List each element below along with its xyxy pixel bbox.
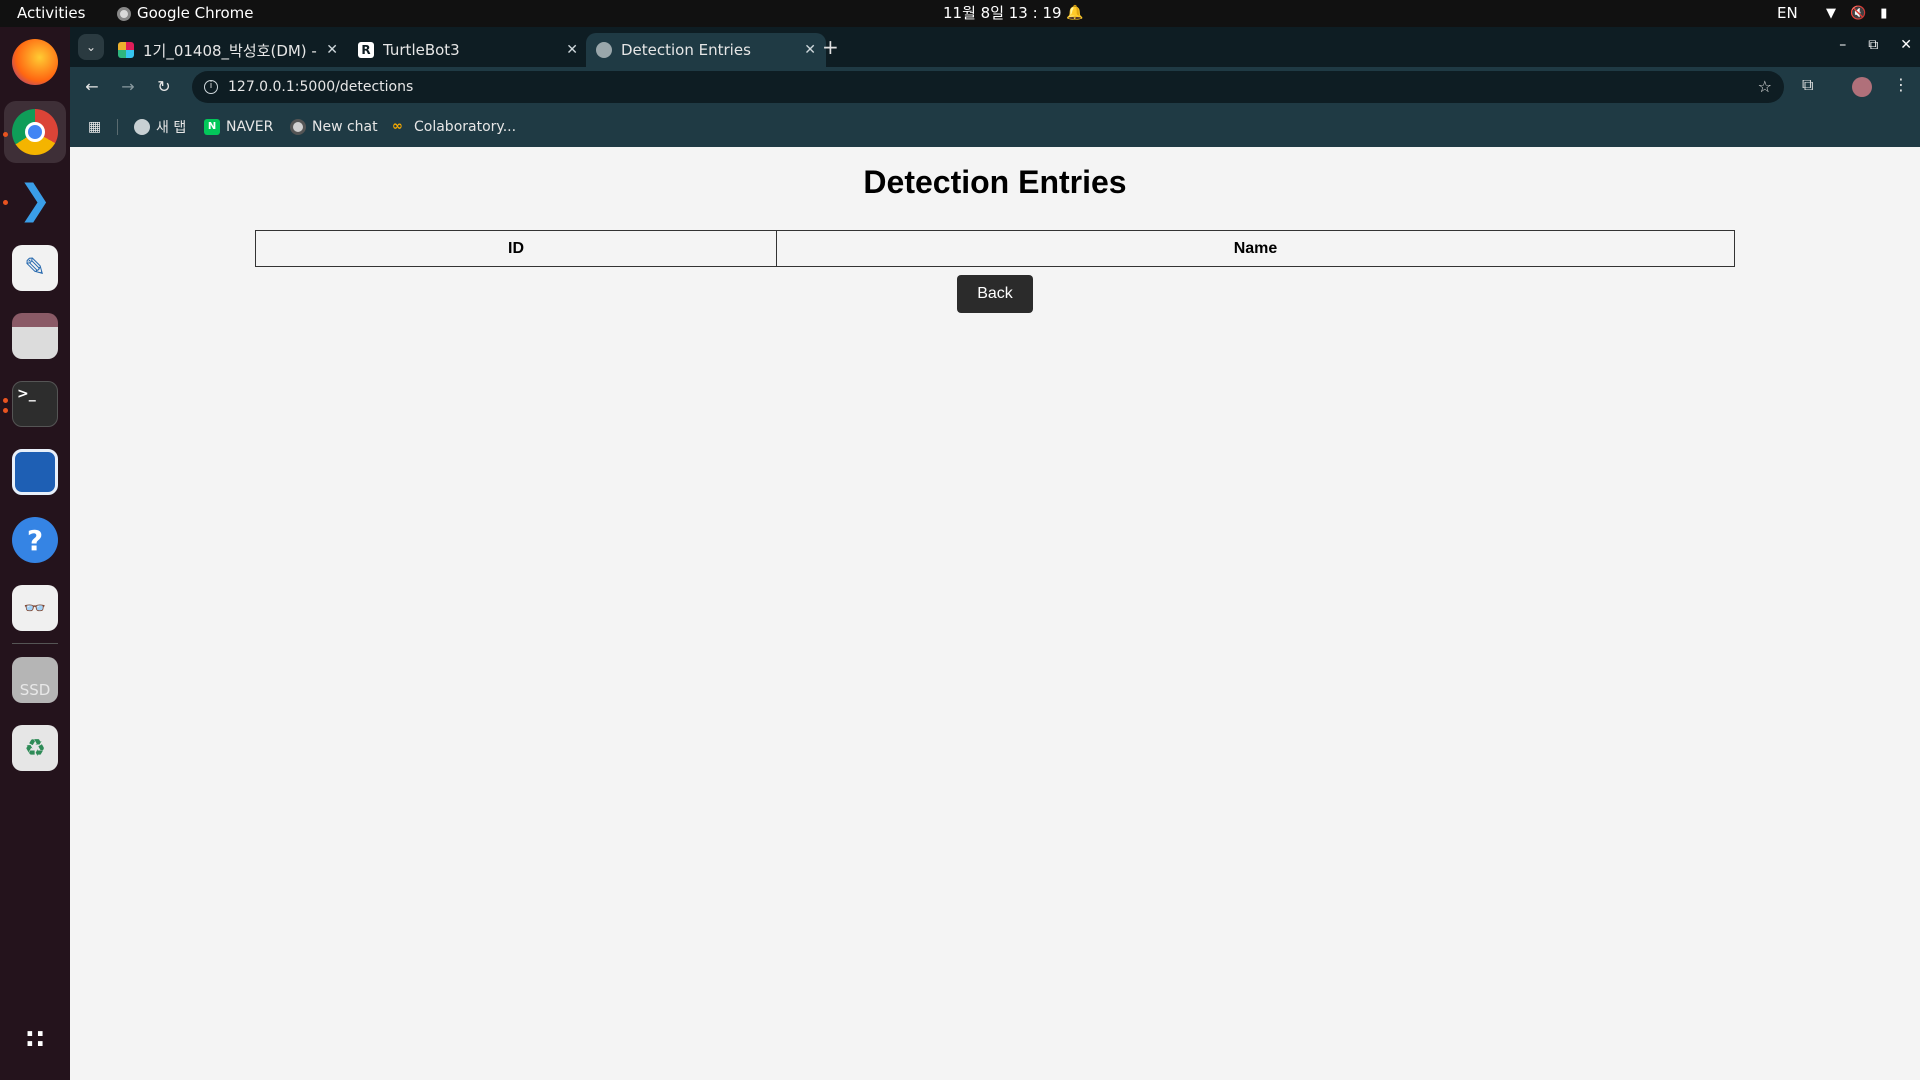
openai-icon xyxy=(290,119,306,135)
url-text: 127.0.0.1:5000/detections xyxy=(228,79,414,95)
bookmark-label: New chat xyxy=(312,119,378,135)
dock: ❯ ✎ >_ ? 👓 SSD ♻ ∷ xyxy=(0,27,70,1080)
extensions-puzzle-icon[interactable]: ⧉ xyxy=(1802,75,1813,95)
site-info-icon[interactable]: i xyxy=(204,80,218,94)
volume-muted-icon: 🔇 xyxy=(1850,6,1867,21)
app-menu-label: Google Chrome xyxy=(137,4,254,22)
wifi-icon: ▼ xyxy=(1826,6,1836,21)
column-header-name: Name xyxy=(776,230,1735,267)
running-indicator xyxy=(3,200,8,205)
forward-arrow-icon[interactable]: → xyxy=(116,75,140,99)
text-editor-icon[interactable]: ✎ xyxy=(12,245,58,291)
table-header-row: ID Name xyxy=(255,230,1735,267)
slack-icon xyxy=(118,42,134,58)
tab-title: 1기_01408_박성호(DM) - xyxy=(143,41,317,60)
close-icon[interactable]: ✕ xyxy=(326,42,338,58)
bookmark-new-chat[interactable]: New chat xyxy=(290,107,378,147)
files-icon[interactable] xyxy=(12,313,58,359)
naver-icon: N xyxy=(204,119,220,135)
more-menu-icon[interactable]: ⋮ xyxy=(1893,75,1909,94)
browser-toolbar: ← → ↻ i 127.0.0.1:5000/detections ☆ ⧉ ⋮ xyxy=(70,67,1920,107)
profile-avatar[interactable] xyxy=(1852,77,1872,97)
language-indicator[interactable]: EN xyxy=(1777,0,1798,27)
window-controls: – ⧉ ✕ xyxy=(1839,37,1912,53)
libreoffice-writer-icon[interactable] xyxy=(12,449,58,495)
app-grid-icon[interactable]: ∷ xyxy=(12,1017,58,1063)
running-indicator xyxy=(3,398,8,403)
notification-bell-icon[interactable]: 🔔 xyxy=(1066,0,1083,27)
trash-icon[interactable]: ♻ xyxy=(12,725,58,771)
app-menu[interactable]: Google Chrome xyxy=(117,0,254,27)
bookmark-colaboratory[interactable]: ∞ Colaboratory... xyxy=(392,107,516,147)
help-icon[interactable]: ? xyxy=(12,517,58,563)
new-tab-button[interactable]: + xyxy=(822,37,839,57)
tab-slack[interactable]: 1기_01408_박성호(DM) - ✕ xyxy=(108,33,348,67)
bookmark-naver[interactable]: N NAVER xyxy=(204,107,273,147)
running-indicator xyxy=(3,408,8,413)
clock[interactable]: 11월 8일 13 : 19 xyxy=(943,0,1062,27)
reload-icon[interactable]: ↻ xyxy=(152,75,176,99)
ssd-drive-icon[interactable]: SSD xyxy=(12,657,58,703)
page-content: Detection Entries ID Name Back xyxy=(70,148,1920,1080)
page-title: Detection Entries xyxy=(863,164,1127,200)
chrome-icon[interactable] xyxy=(12,109,58,155)
restore-icon[interactable]: ⧉ xyxy=(1868,37,1878,53)
column-header-id: ID xyxy=(255,230,777,267)
browser-window: ⌄ 1기_01408_박성호(DM) - ✕ R TurtleBot3 ✕ De… xyxy=(70,27,1920,1080)
robotis-icon: R xyxy=(358,42,374,58)
bookmark-star-icon[interactable]: ☆ xyxy=(1758,77,1772,96)
bookmark-label: NAVER xyxy=(226,119,274,135)
firefox-icon[interactable] xyxy=(12,39,58,85)
address-bar[interactable]: i 127.0.0.1:5000/detections ☆ xyxy=(192,71,1784,103)
minimize-icon[interactable]: – xyxy=(1839,37,1846,53)
document-viewer-icon[interactable]: 👓 xyxy=(12,585,58,631)
colab-icon: ∞ xyxy=(392,119,403,134)
bookmark-label: 새 탭 xyxy=(156,120,187,136)
vscode-icon[interactable]: ❯ xyxy=(12,177,58,223)
close-icon[interactable]: ✕ xyxy=(566,42,578,58)
detections-table: ID Name xyxy=(255,230,1735,267)
bookmark-label: Colaboratory... xyxy=(414,119,517,135)
running-indicator xyxy=(3,132,8,137)
dock-separator xyxy=(12,643,58,644)
close-window-icon[interactable]: ✕ xyxy=(1900,37,1912,53)
globe-icon xyxy=(596,42,612,58)
close-icon[interactable]: ✕ xyxy=(804,42,816,58)
tab-search-chevron-icon[interactable]: ⌄ xyxy=(78,34,104,60)
tab-turtlebot3[interactable]: R TurtleBot3 ✕ xyxy=(348,33,588,67)
back-button[interactable]: Back xyxy=(957,275,1033,313)
activities-button[interactable]: Activities xyxy=(17,0,85,27)
tab-strip: ⌄ 1기_01408_박성호(DM) - ✕ R TurtleBot3 ✕ De… xyxy=(70,27,1920,67)
tab-title: TurtleBot3 xyxy=(383,41,460,59)
battery-icon: ▮ xyxy=(1880,6,1888,21)
globe-icon xyxy=(134,119,150,135)
system-top-bar: Activities Google Chrome 11월 8일 13 : 19 … xyxy=(0,0,1920,27)
tab-title: Detection Entries xyxy=(621,41,751,59)
apps-grid-icon[interactable]: ▦ xyxy=(88,107,101,147)
back-arrow-icon[interactable]: ← xyxy=(80,75,104,99)
chrome-icon xyxy=(117,6,131,21)
bookmark-new-tab[interactable]: 새 탭 xyxy=(134,107,186,147)
tab-detection-entries[interactable]: Detection Entries ✕ xyxy=(586,33,826,67)
bookmarks-separator xyxy=(117,119,118,135)
system-tray[interactable]: ▼ 🔇 ▮ xyxy=(1826,0,1887,27)
terminal-icon[interactable]: >_ xyxy=(12,381,58,427)
bookmarks-bar: ▦ 새 탭 N NAVER New chat ∞ Colaboratory... xyxy=(70,107,1920,147)
